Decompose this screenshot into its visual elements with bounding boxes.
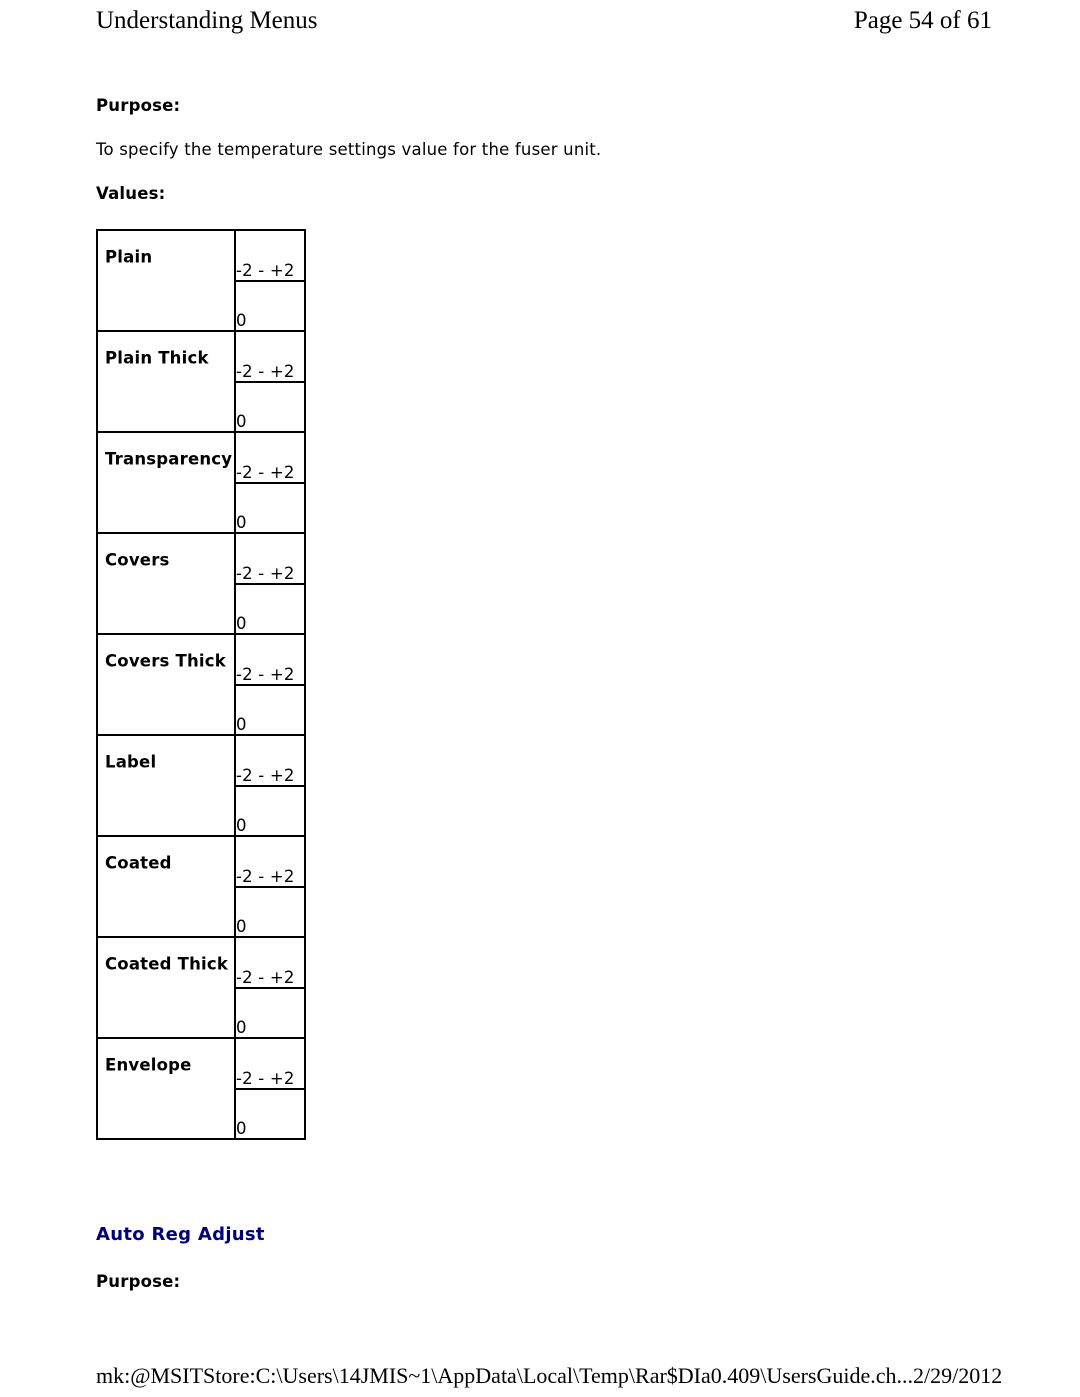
table-row: Coated Thick -2 - +2 [96,936,306,1039]
material-type-cell: Coated [96,835,236,938]
default-value-cell: 0 [234,886,306,938]
material-type-cell: Transparency [96,431,236,534]
table-row: Coated -2 - +2 [96,835,306,938]
material-type-cell: Label [96,734,236,837]
material-type-label: Label [105,752,157,772]
material-type-cell: Plain [96,229,236,332]
table-row: Envelope -2 - +2 [96,1037,306,1140]
table-row: Label -2 - +2 [96,734,306,837]
material-type-label: Plain [105,247,153,267]
purpose-description: To specify the temperature settings valu… [96,140,602,159]
values-table: Plain -2 - +2 0 Plain Thick -2 - +2 0 Transpar… [96,229,306,1140]
page-footer: mk:@MSITStore:C:\Users\14JMIS~1\AppData\… [96,1363,1002,1389]
page-number-indicator: Page 54 of 61 [853,7,992,34]
value-range-cell: -2 - +2 [234,835,306,888]
table-row: Transparency -2 - +2 [96,431,306,534]
page-header-title: Understanding Menus [96,7,318,34]
default-value-cell: 0 [234,583,306,635]
default-value-cell: 0 [234,987,306,1039]
footer-source-path: mk:@MSITStore:C:\Users\14JMIS~1\AppData\… [96,1363,914,1388]
table-row: Plain Thick -2 - +2 [96,330,306,433]
default-value-cell: 0 [234,1088,306,1140]
section-heading-auto-reg-adjust: Auto Reg Adjust [96,1224,265,1245]
footer-print-date: 2/29/2012 [913,1363,1003,1388]
purpose-label: Purpose: [96,96,181,115]
table-row: Plain -2 - +2 [96,229,306,332]
default-value-cell: 0 [234,482,306,534]
material-type-cell: Plain Thick [96,330,236,433]
values-label: Values: [96,184,166,203]
default-value-cell: 0 [234,684,306,736]
value-range-cell: -2 - +2 [234,633,306,686]
material-type-cell: Covers [96,532,236,635]
values-table-container: Plain -2 - +2 0 Plain Thick -2 - +2 0 Transpar… [96,229,306,1140]
material-type-label: Coated [105,853,172,873]
material-type-label: Covers Thick [105,651,226,671]
value-range-cell: -2 - +2 [234,936,306,989]
value-range-cell: -2 - +2 [234,330,306,383]
value-range-cell: -2 - +2 [234,229,306,282]
material-type-label: Coated Thick [105,954,229,974]
purpose-label-secondary: Purpose: [96,1272,181,1291]
material-type-cell: Coated Thick [96,936,236,1039]
value-range-cell: -2 - +2 [234,1037,306,1090]
default-value-cell: 0 [234,280,306,332]
default-value-cell: 0 [234,381,306,433]
value-range-cell: -2 - +2 [234,532,306,585]
default-value-cell: 0 [234,785,306,837]
value-range-cell: -2 - +2 [234,734,306,787]
material-type-cell: Envelope [96,1037,236,1140]
material-type-label: Transparency [105,449,233,469]
material-type-label: Envelope [105,1055,192,1075]
material-type-label: Plain Thick [105,348,209,368]
table-row: Covers -2 - +2 [96,532,306,635]
table-row: Covers Thick -2 - +2 [96,633,306,736]
page-header: Understanding Menus Page 54 of 61 [96,6,992,36]
value-range-cell: -2 - +2 [234,431,306,484]
material-type-cell: Covers Thick [96,633,236,736]
material-type-label: Covers [105,550,170,570]
values-table-body: Plain -2 - +2 0 Plain Thick -2 - +2 0 Transpar… [96,229,306,1140]
